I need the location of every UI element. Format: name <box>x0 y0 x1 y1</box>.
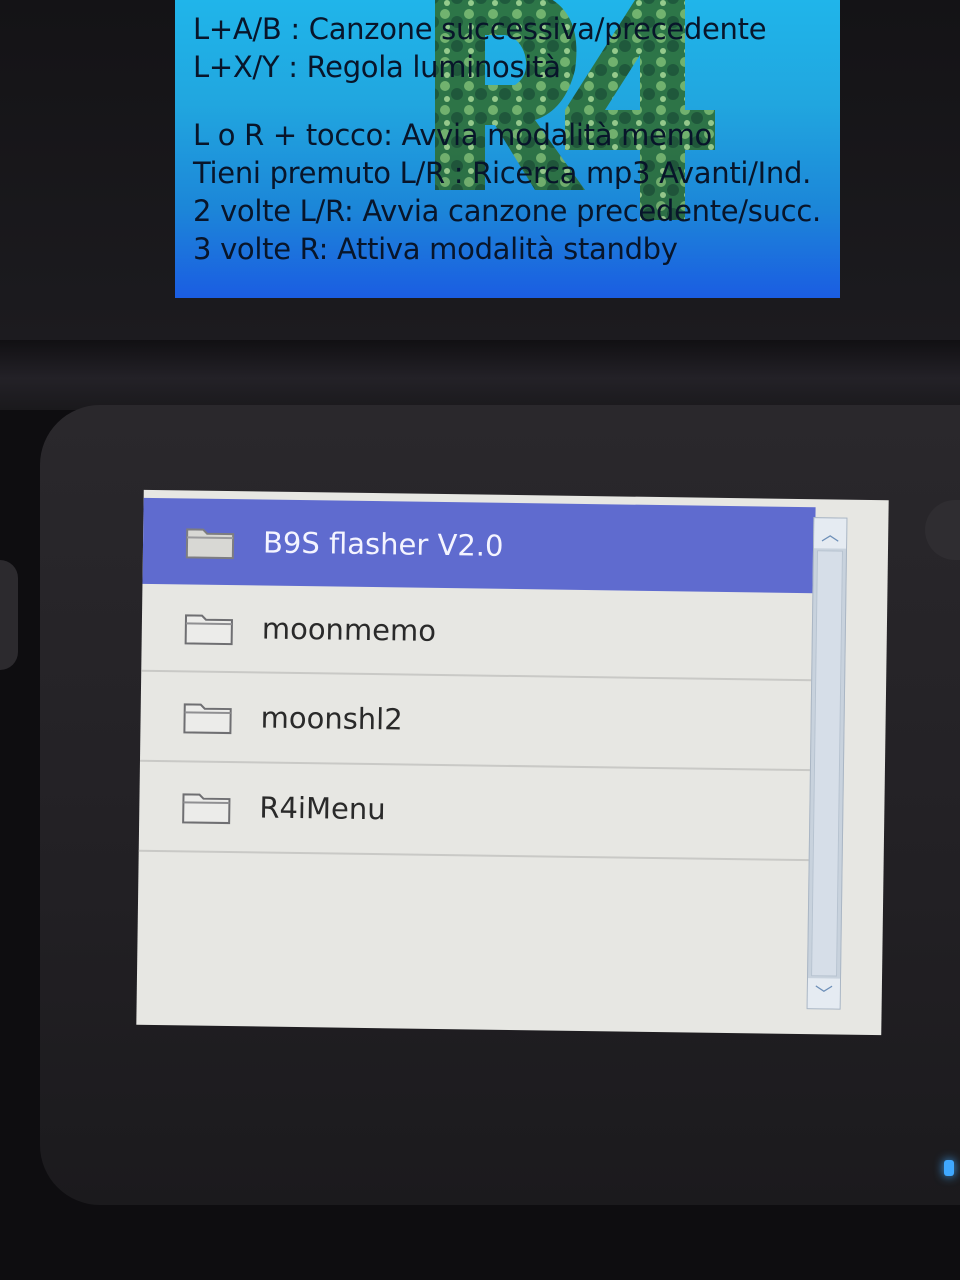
help-line: 3 volte R: Attiva modalità standby <box>193 232 678 266</box>
file-row-b9s-flasher[interactable]: B9S flasher V2.0 <box>142 497 816 594</box>
folder-icon <box>182 793 231 825</box>
bottom-screen: B9S flasher V2.0 moonmemo moonshl2 R4iMe… <box>136 489 889 1036</box>
file-row-label: R4iMenu <box>259 790 386 827</box>
file-row-moonshl2[interactable]: moonshl2 <box>139 671 814 772</box>
help-line: Tieni premuto L/R : Ricerca mp3 Avanti/I… <box>193 156 812 190</box>
help-line: L o R + tocco: Avvia modalità memo <box>193 118 712 152</box>
chevron-down-icon[interactable]: ﹀ <box>807 978 841 1009</box>
chevron-up-icon[interactable]: ︿ <box>814 518 847 549</box>
file-row-label: moonmemo <box>261 611 437 648</box>
help-text: L+A/B : Canzone successiva/precedente L+… <box>193 10 840 268</box>
help-line: L+A/B : Canzone successiva/precedente <box>193 12 767 46</box>
file-row-r4imenu[interactable]: R4iMenu <box>138 761 812 862</box>
power-led <box>944 1160 954 1176</box>
scrollbar-track[interactable] <box>811 550 843 977</box>
top-screen: L+A/B : Canzone successiva/precedente L+… <box>175 0 840 298</box>
device-hinge <box>0 340 960 410</box>
folder-icon <box>183 703 232 735</box>
folder-icon <box>185 528 235 560</box>
folder-icon <box>184 614 233 646</box>
file-row-label: B9S flasher V2.0 <box>262 525 504 563</box>
device-side-button <box>0 560 18 670</box>
help-line: L+X/Y : Regola luminosità <box>193 50 561 84</box>
help-line-spacer <box>193 86 840 116</box>
file-row-moonmemo[interactable]: moonmemo <box>141 583 815 682</box>
help-line: 2 volte L/R: Avvia canzone precedente/su… <box>193 194 821 228</box>
scrollbar[interactable]: ︿ ﹀ <box>806 517 848 1010</box>
file-row-label: moonshl2 <box>260 700 403 737</box>
